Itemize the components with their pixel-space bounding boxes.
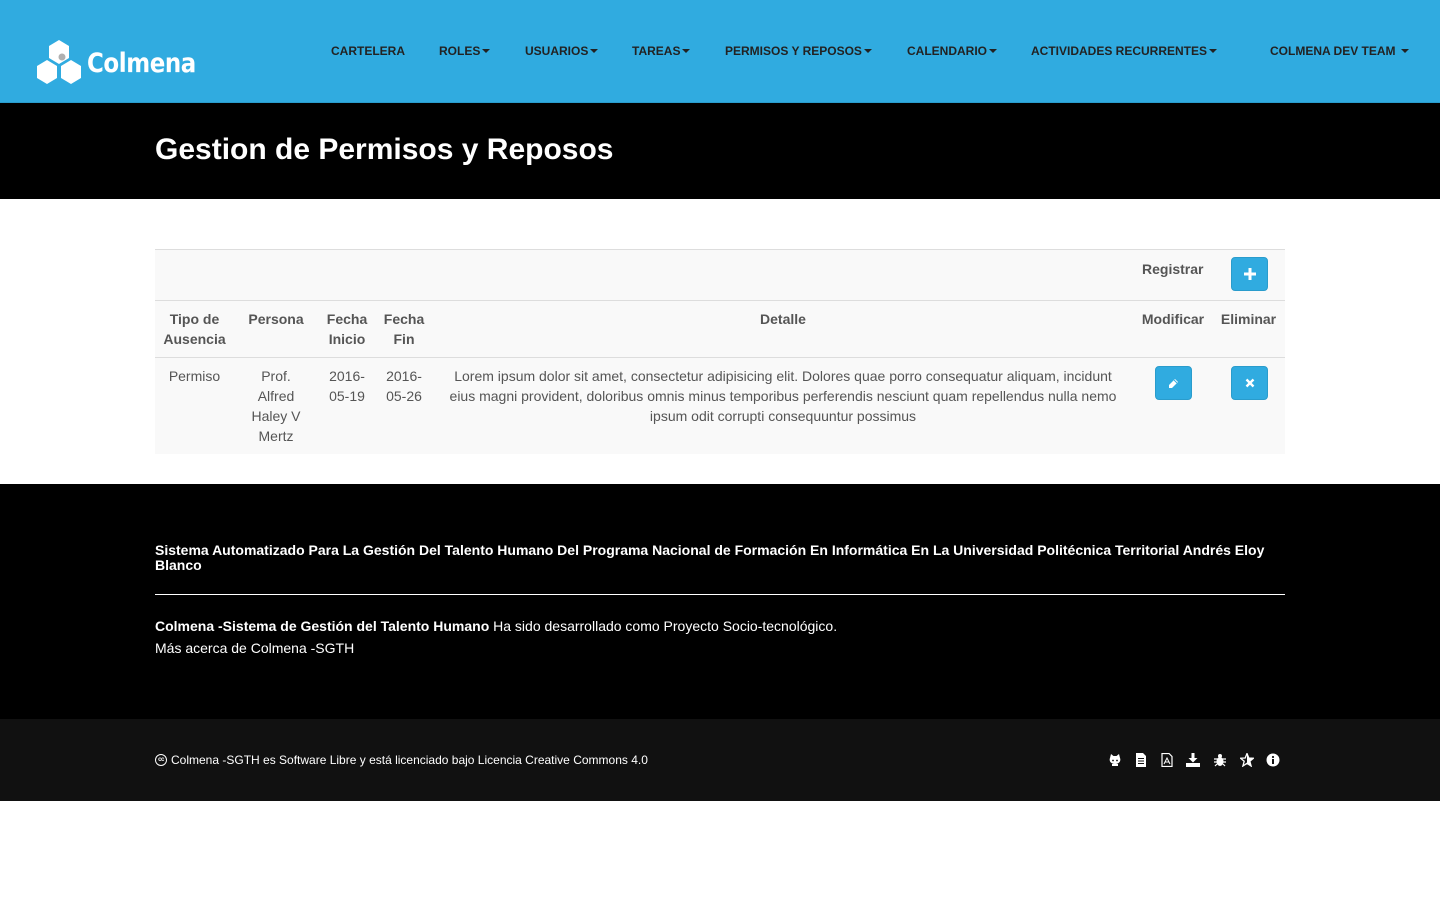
nav-item-roles[interactable]: ROLES — [439, 42, 491, 60]
cell-line: 2016- — [329, 368, 365, 384]
column-header-line: Inicio — [328, 331, 366, 347]
cell-line: Haley V — [251, 408, 301, 424]
nav-item-label: USUARIOS — [525, 44, 589, 58]
column-header-line: Tipo de — [169, 311, 220, 327]
register-button[interactable] — [1231, 257, 1268, 291]
column-header-line: Fecha — [383, 311, 425, 327]
about-link[interactable]: Más acerca de Colmena -SGTH — [155, 640, 354, 656]
column-header-fecha-inicio: Fecha Inicio — [318, 309, 376, 349]
nav-item-label: CALENDARIO — [907, 44, 987, 58]
close-icon — [1245, 378, 1254, 388]
cell-persona: Prof. Alfred Haley V Mertz — [234, 366, 318, 446]
user-menu-label: COLMENA DEV TEAM — [1270, 44, 1399, 58]
footer-title: Sistema Automatizado Para La Gestión Del… — [155, 542, 1265, 573]
cell-line: 2016- — [386, 368, 422, 384]
nav-item-calendario[interactable]: CALENDARIO — [907, 42, 997, 60]
footer-divider — [155, 594, 1285, 595]
column-header-tipo: Tipo de Ausencia — [155, 309, 234, 349]
footer-description: Colmena -Sistema de Gestión del Talento … — [155, 618, 837, 634]
page-header: Gestion de Permisos y Reposos — [0, 103, 1440, 199]
table-header-row: Tipo de Ausencia Persona Fecha Inicio Fe… — [155, 301, 1285, 358]
caret-down-icon — [1209, 49, 1218, 53]
hexagon-logo-icon — [35, 40, 83, 86]
document-icon[interactable] — [1134, 753, 1148, 767]
nav-item-tareas[interactable]: TAREAS — [632, 42, 691, 60]
caret-down-icon — [482, 49, 491, 53]
site-footer: Sistema Automatizado Para La Gestión Del… — [0, 484, 1440, 719]
column-header-eliminar: Eliminar — [1220, 311, 1277, 327]
nav-item-usuarios[interactable]: USUARIOS — [525, 42, 599, 60]
cell-line: Alfred — [257, 388, 295, 404]
nav-item-cartelera[interactable]: CARTELERA — [331, 42, 405, 60]
caret-down-icon — [682, 49, 691, 53]
column-header-modificar: Modificar — [1141, 311, 1205, 327]
nav-item-label: CARTELERA — [331, 44, 405, 58]
plus-icon — [1243, 268, 1256, 280]
nav-item-label: PERMISOS Y REPOSOS — [725, 44, 862, 58]
brand-name: Colmena — [87, 47, 196, 79]
github-icon[interactable] — [1108, 753, 1122, 767]
nav-item-label: TAREAS — [632, 44, 681, 58]
cell-line: Mertz — [258, 428, 294, 444]
nav-item-label: ACTIVIDADES RECURRENTES — [1031, 44, 1208, 58]
edit-button[interactable] — [1155, 366, 1192, 400]
column-header-persona: Persona — [248, 311, 304, 327]
nav-item-label: ROLES — [439, 44, 481, 58]
brand-link[interactable]: Colmena — [35, 40, 215, 86]
cell-line: 05-19 — [329, 388, 365, 404]
license-text: cc Colmena -SGTH es Software Libre y está… — [155, 753, 648, 767]
caret-down-icon — [590, 49, 599, 53]
cell-line: Prof. — [261, 368, 291, 384]
info-icon[interactable] — [1266, 753, 1280, 767]
nav-item-permisos-y-reposos[interactable]: PERMISOS Y REPOSOS — [725, 42, 872, 60]
caret-down-icon — [1400, 49, 1409, 53]
bottom-bar: cc Colmena -SGTH es Software Libre y está… — [0, 719, 1440, 801]
bug-icon[interactable] — [1213, 753, 1227, 767]
table-toolbar: Registrar — [155, 250, 1285, 301]
cell-tipo: Permiso — [168, 368, 221, 384]
footer-description-rest: Ha sido desarrollado como Proyecto Socio… — [489, 618, 838, 634]
column-header-line: Ausencia — [163, 331, 226, 347]
cell-fecha-inicio: 2016- 05-19 — [318, 366, 376, 406]
pdf-icon[interactable] — [1160, 753, 1174, 767]
user-menu[interactable]: COLMENA DEV TEAM — [1270, 42, 1409, 60]
absences-table: Registrar Tipo de Ausencia Persona Fecha… — [155, 249, 1285, 454]
cell-fecha-fin: 2016- 05-26 — [376, 366, 432, 406]
pencil-icon — [1169, 378, 1178, 388]
creative-commons-icon: cc — [155, 754, 167, 766]
license-label[interactable]: Colmena -SGTH es Software Libre y está l… — [171, 753, 648, 767]
column-header-detalle: Detalle — [760, 311, 806, 327]
caret-down-icon — [863, 49, 872, 53]
cell-line: 05-26 — [386, 388, 422, 404]
page-title: Gestion de Permisos y Reposos — [155, 133, 614, 166]
cell-detalle: Lorem ipsum dolor sit amet, consectetur … — [449, 368, 1117, 424]
column-header-line: Fin — [393, 331, 415, 347]
delete-button[interactable] — [1231, 366, 1268, 400]
column-header-line: Fecha — [326, 311, 368, 327]
star-icon[interactable] — [1240, 753, 1254, 767]
footer-description-bold: Colmena -Sistema de Gestión del Talento … — [155, 618, 490, 634]
column-header-fecha-fin: Fecha Fin — [376, 309, 432, 349]
register-label: Registrar — [1142, 261, 1204, 277]
caret-down-icon — [989, 49, 997, 53]
top-navbar: Colmena CARTELERA ROLES USUARIOS TAREAS … — [0, 0, 1440, 103]
nav-item-actividades-recurrentes[interactable]: ACTIVIDADES RECURRENTES — [1031, 42, 1218, 60]
download-icon[interactable] — [1186, 753, 1200, 767]
